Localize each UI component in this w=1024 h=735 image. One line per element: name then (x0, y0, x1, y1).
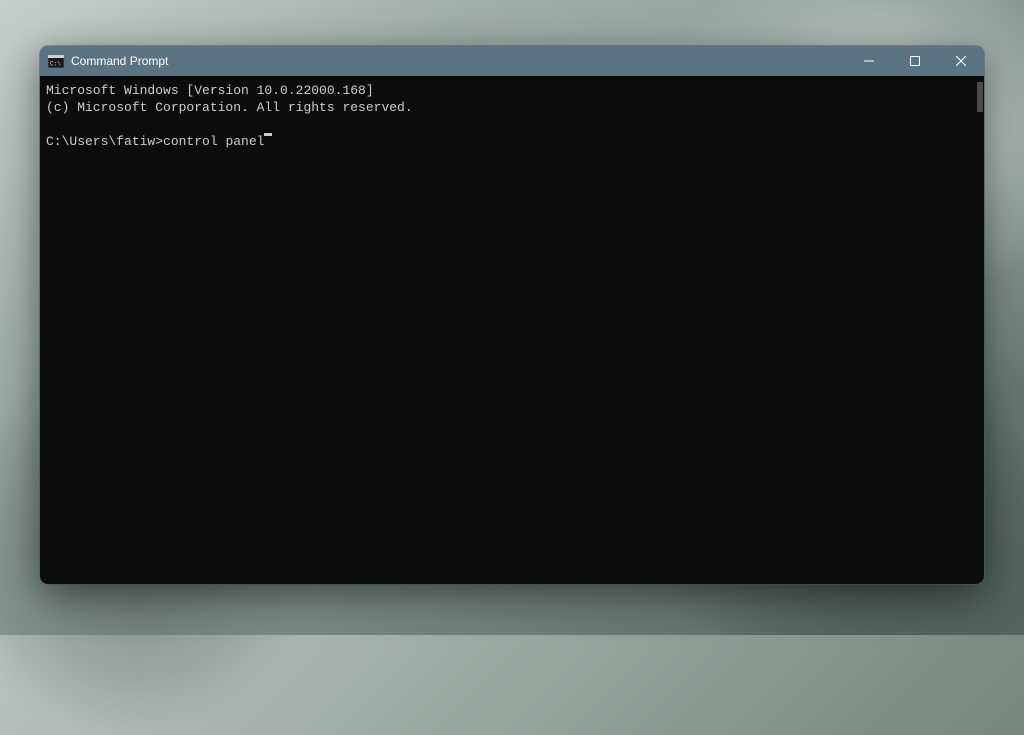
scrollbar-thumb[interactable] (977, 82, 983, 112)
terminal-prompt: C:\Users\fatiw> (46, 133, 163, 150)
command-prompt-window: C:\ Command Prompt Mi (40, 46, 984, 584)
titlebar[interactable]: C:\ Command Prompt (40, 46, 984, 76)
command-prompt-icon: C:\ (48, 54, 64, 68)
window-title: Command Prompt (71, 54, 168, 68)
minimize-button[interactable] (846, 46, 892, 76)
terminal-blank-line (46, 116, 978, 133)
terminal-output-line: Microsoft Windows [Version 10.0.22000.16… (46, 82, 978, 99)
svg-text:C:\: C:\ (50, 60, 61, 67)
close-button[interactable] (938, 46, 984, 76)
terminal-prompt-line: C:\Users\fatiw>control panel (46, 133, 978, 150)
maximize-button[interactable] (892, 46, 938, 76)
window-controls (846, 46, 984, 76)
terminal-command-input[interactable]: control panel (163, 133, 264, 150)
terminal-output-line: (c) Microsoft Corporation. All rights re… (46, 99, 978, 116)
cursor (264, 133, 272, 136)
terminal-content-area[interactable]: Microsoft Windows [Version 10.0.22000.16… (40, 76, 984, 584)
